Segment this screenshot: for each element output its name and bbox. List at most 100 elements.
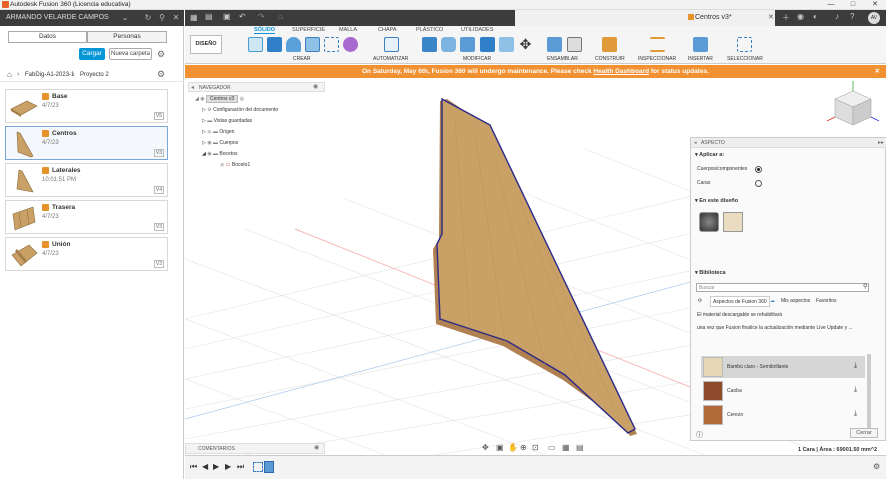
upload-button[interactable]: Cargar — [79, 48, 105, 60]
close-banner-icon[interactable]: ✕ — [875, 65, 880, 78]
avatar[interactable]: AV — [868, 12, 880, 24]
grid-menu-icon[interactable]: ▦ — [190, 13, 200, 23]
file-card[interactable]: Laterales 10:01:51 PM V4 — [5, 163, 168, 197]
offset-plane-icon[interactable] — [602, 37, 617, 52]
apply-to-section[interactable]: ▾ Aplicar a: — [695, 152, 724, 158]
step-forward-icon[interactable]: ▶ — [225, 462, 231, 471]
group-construct[interactable]: CONSTRUIR — [595, 56, 625, 62]
document-tab[interactable]: Centros v3* ✕ — [515, 10, 775, 26]
save-icon[interactable]: ▣ — [223, 12, 231, 21]
radio-faces[interactable] — [755, 180, 762, 187]
automate-icon[interactable] — [384, 37, 399, 52]
expand-icon[interactable]: ▷ — [202, 129, 206, 135]
pin-icon[interactable]: ◉ — [314, 444, 319, 451]
tab-utilities[interactable]: UTILIDADES — [461, 27, 493, 33]
tab-favorites[interactable]: Favoritos — [816, 296, 837, 307]
in-design-section[interactable]: ▾ En este diseño — [695, 198, 738, 204]
tree-item-views[interactable]: ▷ ▬ Vistas guardadas — [202, 118, 252, 129]
close-tab-icon[interactable]: ✕ — [768, 13, 774, 21]
group-assemble[interactable]: ENSAMBLAR — [547, 56, 578, 62]
file-menu-icon[interactable]: ▤ — [205, 12, 213, 21]
version-badge[interactable]: V3 — [153, 260, 164, 268]
info-icon[interactable]: ⓘ — [696, 430, 703, 440]
close-button[interactable]: Cerrar — [850, 428, 878, 438]
health-dashboard-link[interactable]: Health Dashboard — [593, 68, 649, 75]
press-pull-icon[interactable] — [422, 37, 437, 52]
material-row[interactable]: Cerezo ⤓ — [701, 404, 865, 426]
new-component-icon[interactable] — [547, 37, 562, 52]
version-badge[interactable]: V5 — [153, 112, 164, 120]
expand-icon[interactable]: ▷ — [202, 107, 206, 113]
extrude-feature-icon[interactable] — [264, 461, 274, 473]
visibility-icon[interactable]: ◉ — [200, 96, 204, 102]
tab-plastic[interactable]: PLÁSTICO — [416, 27, 443, 33]
material-row[interactable]: Bambú claro - Semibrillante ⤓ — [701, 356, 865, 378]
refresh-icon[interactable]: ↻ — [143, 13, 153, 23]
extensions-icon[interactable]: ◉ — [797, 12, 804, 21]
expand-icon[interactable]: ◢ — [195, 96, 199, 102]
chevron-down-icon[interactable]: ⌄ — [120, 13, 130, 23]
expand-icon[interactable]: ▷ — [202, 118, 206, 124]
job-status-icon[interactable]: ◐ — [813, 12, 818, 21]
tab-fusion-appearances[interactable]: Aspectos de Fusion 360 — [710, 296, 770, 307]
chamfer-icon[interactable] — [460, 37, 475, 52]
file-card[interactable]: Trasera 4/7/23 V3 — [5, 200, 168, 234]
download-icon[interactable]: ⤓ — [854, 410, 857, 418]
visibility-icon[interactable]: ◉ — [220, 162, 224, 168]
look-at-icon[interactable]: ▣ — [496, 443, 504, 452]
expand-icon[interactable]: ▷ — [202, 140, 206, 146]
home-view-icon[interactable]: ⌂ — [278, 12, 283, 21]
group-insert[interactable]: INSERTAR — [688, 56, 713, 62]
version-badge[interactable]: V4 — [153, 186, 164, 194]
hole-icon[interactable] — [305, 37, 320, 52]
tab-solid[interactable]: SÓLIDO — [254, 27, 276, 34]
scrollbar[interactable] — [867, 354, 871, 430]
close-icon[interactable]: ✕ — [867, 0, 883, 10]
tab-my-appearances[interactable]: Mis aspectos — [781, 296, 810, 307]
version-badge[interactable]: V3 — [153, 223, 164, 231]
sketch-feature-icon[interactable] — [253, 462, 263, 472]
tree-item-sketch1[interactable]: ◉ ▭ Boceto1 — [220, 162, 250, 173]
visibility-icon[interactable]: ◉ — [207, 140, 211, 146]
collapse-icon[interactable]: ◂ — [191, 84, 194, 91]
fillet-icon[interactable] — [441, 37, 456, 52]
expand-icon[interactable]: ◢ — [202, 151, 206, 157]
material-row[interactable]: Caoba ⤓ — [701, 380, 865, 402]
refresh-icon[interactable]: ⟳ — [698, 296, 702, 307]
version-badge[interactable]: V3 — [153, 149, 164, 157]
comments-bar[interactable]: COMENTARIOS — [185, 443, 325, 454]
visibility-icon[interactable]: ◉ — [207, 129, 211, 135]
play-icon[interactable]: ▶ — [213, 462, 219, 471]
search-icon[interactable]: ⚲ — [863, 283, 867, 290]
shell-icon[interactable] — [480, 37, 495, 52]
select-icon[interactable] — [737, 37, 752, 52]
maximize-icon[interactable]: □ — [845, 0, 861, 10]
minimize-icon[interactable]: — — [823, 0, 839, 10]
timeline-settings-icon[interactable]: ⚙ — [873, 462, 880, 471]
tab-people[interactable]: Personas — [87, 31, 167, 43]
tree-item-sketches[interactable]: ◢ ◉ ▬ Bocetos — [202, 151, 237, 162]
library-section[interactable]: ▾ Biblioteca — [695, 270, 726, 276]
breadcrumb-item[interactable]: Proyecto 2 — [80, 72, 109, 78]
wood-panel-body[interactable] — [436, 97, 636, 434]
group-automate[interactable]: AUTOMATIZAR — [373, 56, 408, 62]
combine-icon[interactable] — [499, 37, 514, 52]
workspace-dropdown[interactable]: DISEÑO — [190, 35, 222, 54]
orbit-icon[interactable]: ✥ — [482, 443, 489, 452]
extrude-icon[interactable] — [267, 37, 282, 52]
collapse-icon[interactable]: ◂ — [694, 140, 697, 146]
pin-icon[interactable]: ◉ — [313, 83, 318, 90]
pan-icon[interactable]: ✋ — [508, 443, 518, 452]
help-icon[interactable]: ? — [850, 12, 854, 21]
revolve-icon[interactable] — [286, 37, 301, 52]
search-input[interactable]: Buscar — [696, 283, 869, 292]
file-card[interactable]: Centros 4/7/23 V3 — [5, 126, 168, 160]
search-icon[interactable]: ⚲ — [157, 13, 167, 23]
insert-image-icon[interactable] — [693, 37, 708, 52]
tree-item-doc-settings[interactable]: ▷ ⚙ Configuración del documento — [202, 107, 278, 118]
display-settings-icon[interactable]: ▭ — [548, 443, 556, 452]
root-component-label[interactable]: Centros v3 — [206, 95, 239, 103]
zoom-icon[interactable]: ⊕ — [520, 443, 527, 452]
new-tab-icon[interactable]: ＋ — [782, 12, 790, 23]
tab-surface[interactable]: SUPERFICIE — [292, 27, 325, 33]
